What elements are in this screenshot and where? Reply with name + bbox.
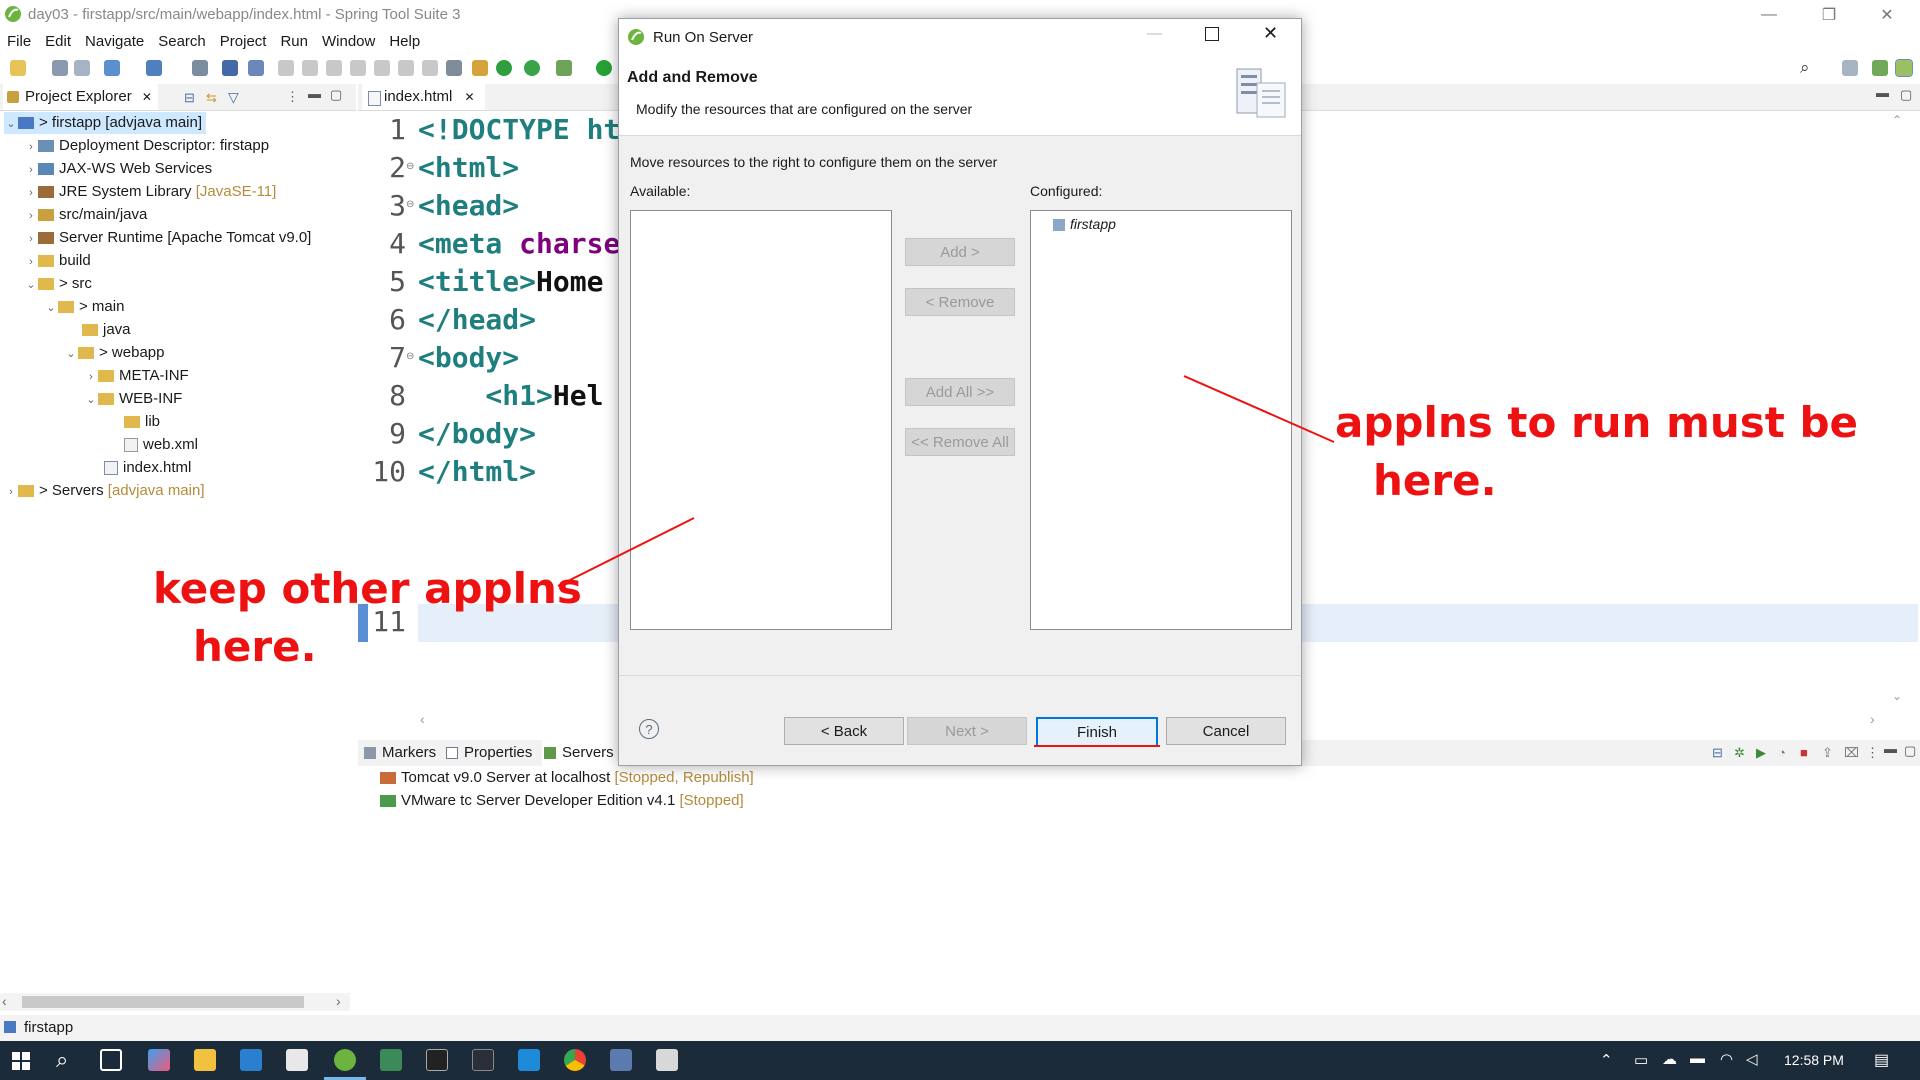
- annotation-right-line1: applns to run must be: [1335, 398, 1858, 447]
- annotation-left-line2: here.: [193, 622, 317, 671]
- annotation-right-line2: here.: [1373, 456, 1497, 505]
- annotation-overlay: [557, 375, 1335, 747]
- annotation-arrow-right: [1183, 375, 1335, 443]
- annotation-left-line1: keep other applns: [153, 564, 582, 613]
